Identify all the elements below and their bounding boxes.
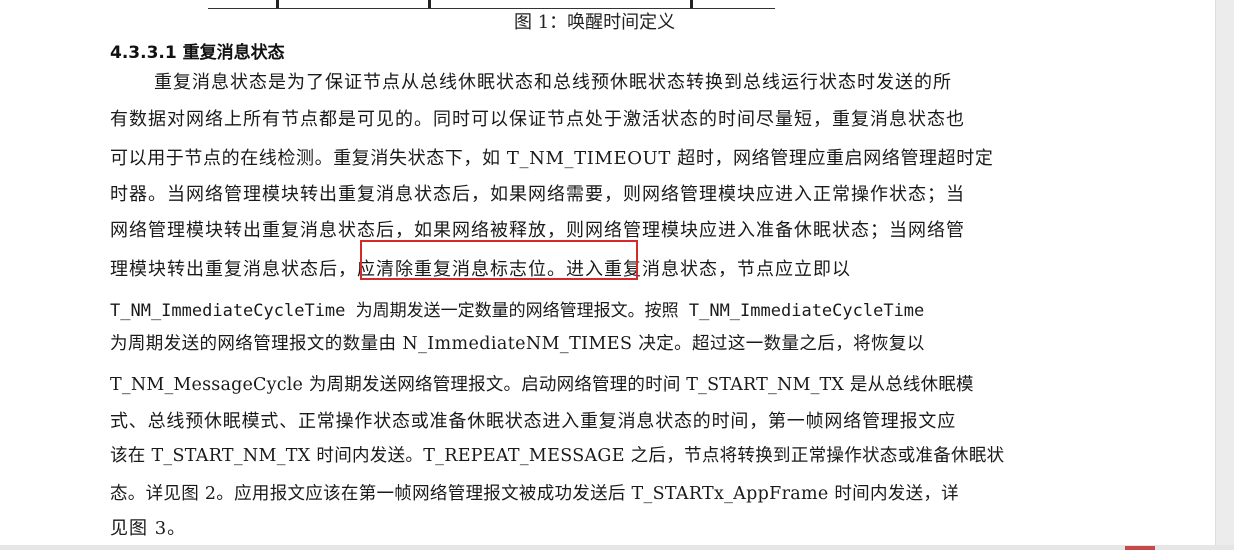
viewer-bottom-strip bbox=[0, 545, 1234, 550]
paragraph-line: 有数据对网络上所有节点都是可见的。同时可以保证节点处于激活状态的时间尽量短，重复… bbox=[110, 109, 965, 130]
paragraph-line: T_NM_ImmediateCycleTime 为周期发送一定数量的网络管理报文… bbox=[110, 301, 925, 321]
figure-caption: 图 1：唤醒时间定义 bbox=[514, 12, 676, 33]
paragraph-line: 网络管理模块转出重复消息状态后，如果网络被释放，则网络管理模块应进入准备休眠状态… bbox=[110, 220, 965, 241]
paragraph-line: 时器。当网络管理模块转出重复消息状态后，如果网络需要，则网络管理模块应进入正常操… bbox=[110, 184, 965, 205]
document-page: 图 1：唤醒时间定义 4.3.3.1 重复消息状态 重复消息状态是为了保证节点从… bbox=[0, 0, 1215, 550]
highlight-annotation-box bbox=[360, 240, 638, 280]
paragraph-line: 见图 3。 bbox=[110, 518, 187, 539]
paragraph-line: 可以用于节点的在线检测。重复消失状态下，如 T_NM_TIMEOUT 超时，网络… bbox=[110, 148, 994, 169]
paragraph-line: 重复消息状态是为了保证节点从总线休眠状态和总线预休眠状态转换到总线运行状态时发送… bbox=[154, 72, 952, 93]
figure-tick bbox=[690, 0, 693, 8]
paragraph-line: 该在 T_START_NM_TX 时间内发送。T_REPEAT_MESSAGE … bbox=[110, 446, 1005, 466]
figure-tick bbox=[428, 0, 431, 8]
viewer-side-strip bbox=[1215, 0, 1234, 550]
paragraph-line: 为周期发送的网络管理报文的数量由 N_ImmediateNM_TIMES 决定。… bbox=[110, 334, 925, 354]
paragraph-line: T_NM_MessageCycle 为周期发送网络管理报文。启动网络管理的时间 … bbox=[110, 375, 974, 395]
viewer-marker bbox=[1125, 546, 1155, 550]
paragraph-line: 式、总线预休眠模式、正常操作状态或准备休眠状态进入重复消息状态的时间，第一帧网络… bbox=[110, 411, 956, 432]
paragraph-line: 态。详见图 2。应用报文应该在第一帧网络管理报文被成功发送后 T_STARTx_… bbox=[110, 484, 959, 504]
section-heading: 4.3.3.1 重复消息状态 bbox=[110, 43, 285, 63]
figure-tick bbox=[276, 0, 279, 8]
